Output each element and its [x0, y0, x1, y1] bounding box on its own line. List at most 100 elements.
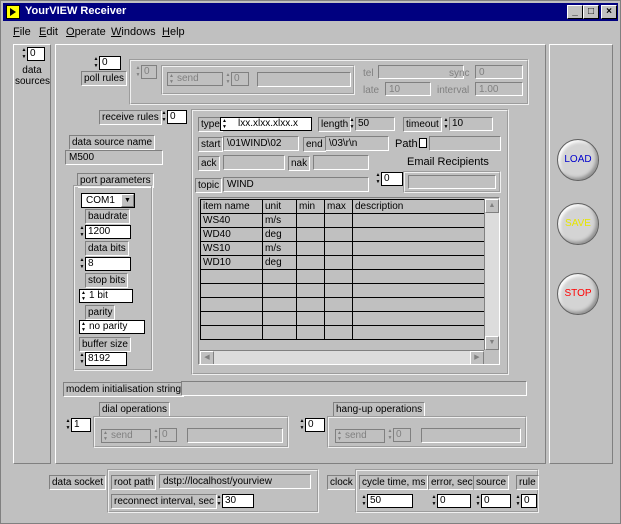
- table-cell[interactable]: [296, 241, 325, 256]
- table-cell[interactable]: [352, 255, 485, 270]
- table-cell[interactable]: [324, 269, 353, 284]
- scroll-down-icon[interactable]: ▼: [485, 336, 499, 350]
- column-header[interactable]: min: [296, 199, 325, 214]
- table-cell[interactable]: deg: [262, 255, 297, 270]
- data-sources-index[interactable]: ▲ ▼ 0: [21, 47, 45, 61]
- length-control[interactable]: ▲ ▼ 50: [349, 117, 395, 131]
- menu-operate[interactable]: Operate: [66, 26, 106, 38]
- end-field[interactable]: \03\r\n: [325, 136, 389, 151]
- table-row[interactable]: WD40 deg: [200, 227, 485, 242]
- scroll-up-icon[interactable]: ▲: [485, 199, 499, 213]
- table-cell[interactable]: [296, 213, 325, 228]
- load-button[interactable]: LOAD: [557, 139, 599, 181]
- poll-mode-index[interactable]: ▲ ▼ 0: [225, 72, 249, 86]
- topic-field[interactable]: WIND: [223, 177, 369, 192]
- nak-field[interactable]: [313, 155, 369, 170]
- sync-field[interactable]: 0: [475, 65, 523, 79]
- data-bits-control[interactable]: ▲ ▼ 8: [79, 257, 131, 271]
- save-button[interactable]: SAVE: [557, 203, 599, 245]
- com-port-select[interactable]: COM1 ▼: [81, 193, 135, 208]
- dial-operations-index[interactable]: ▲ ▼ 1: [65, 418, 91, 432]
- table-cell[interactable]: [324, 213, 353, 228]
- table-cell[interactable]: [296, 255, 325, 270]
- table-vertical-scrollbar[interactable]: ▲ ▼: [484, 199, 499, 350]
- table-cell[interactable]: m/s: [262, 241, 297, 256]
- table-row[interactable]: [200, 269, 485, 284]
- poll-command-field[interactable]: [257, 72, 351, 87]
- table-cell[interactable]: m/s: [262, 213, 297, 228]
- items-table[interactable]: item name unit min max description WS40 m/s WD4…: [198, 197, 500, 365]
- menu-file[interactable]: File: [13, 26, 31, 38]
- dial-command-field[interactable]: [187, 428, 283, 443]
- hangup-command-field[interactable]: [421, 428, 521, 443]
- table-cell[interactable]: [200, 311, 263, 326]
- minimize-button[interactable]: _: [567, 5, 583, 19]
- table-cell[interactable]: [352, 325, 485, 340]
- table-cell[interactable]: [200, 269, 263, 284]
- table-cell[interactable]: WS10: [200, 241, 263, 256]
- table-row[interactable]: WS40 m/s: [200, 213, 485, 228]
- chevron-down-icon[interactable]: ▼: [121, 194, 134, 207]
- table-cell[interactable]: [200, 297, 263, 312]
- table-cell[interactable]: [324, 255, 353, 270]
- table-cell[interactable]: [352, 241, 485, 256]
- ack-field[interactable]: [223, 155, 285, 170]
- close-button[interactable]: ×: [601, 5, 617, 19]
- table-cell[interactable]: [324, 297, 353, 312]
- data-source-name-field[interactable]: M500: [65, 150, 163, 165]
- poll-mode-ring[interactable]: ▲ ▼ send: [167, 72, 223, 86]
- table-cell[interactable]: [352, 227, 485, 242]
- email-recipient-field[interactable]: [408, 175, 496, 189]
- buffer-size-control[interactable]: ▲ ▼ 8192: [79, 352, 127, 366]
- table-row[interactable]: WD10 deg: [200, 255, 485, 270]
- table-horizontal-scrollbar[interactable]: ◀ ▶: [200, 350, 484, 364]
- table-cell[interactable]: [324, 241, 353, 256]
- table-row[interactable]: [200, 283, 485, 298]
- table-cell[interactable]: [324, 283, 353, 298]
- table-row[interactable]: [200, 311, 485, 326]
- table-cell[interactable]: [262, 297, 297, 312]
- cycle-time-control[interactable]: ▲ ▼ 50: [361, 494, 413, 508]
- modem-init-field[interactable]: [181, 381, 527, 396]
- table-cell[interactable]: [262, 269, 297, 284]
- path-browse-icon[interactable]: [419, 138, 427, 148]
- dial-mode-index[interactable]: ▲ ▼ 0: [153, 428, 177, 442]
- table-cell[interactable]: [352, 213, 485, 228]
- table-cell[interactable]: [296, 283, 325, 298]
- table-cell[interactable]: WD10: [200, 255, 263, 270]
- scroll-left-icon[interactable]: ◀: [200, 351, 214, 364]
- scroll-right-icon[interactable]: ▶: [470, 351, 484, 364]
- column-header[interactable]: unit: [262, 199, 297, 214]
- table-cell[interactable]: [324, 325, 353, 340]
- hangup-mode-index[interactable]: ▲ ▼ 0: [387, 428, 411, 442]
- maximize-button[interactable]: □: [583, 5, 599, 19]
- table-cell[interactable]: [296, 227, 325, 242]
- table-cell[interactable]: [200, 283, 263, 298]
- table-row[interactable]: WS10 m/s: [200, 241, 485, 256]
- interval-field[interactable]: 1.00: [475, 82, 523, 96]
- table-cell[interactable]: [296, 325, 325, 340]
- menu-edit[interactable]: Edit: [39, 26, 58, 38]
- table-cell[interactable]: [352, 297, 485, 312]
- path-field[interactable]: [429, 136, 501, 151]
- column-header[interactable]: max: [324, 199, 353, 214]
- reconnect-interval-control[interactable]: ▲ ▼ 30: [216, 494, 254, 508]
- table-cell[interactable]: [262, 311, 297, 326]
- table-cell[interactable]: WD40: [200, 227, 263, 242]
- table-cell[interactable]: [324, 227, 353, 242]
- column-header[interactable]: description: [352, 199, 485, 214]
- baudrate-control[interactable]: ▲ ▼ 1200: [79, 225, 131, 239]
- table-cell[interactable]: [296, 297, 325, 312]
- hangup-mode-ring[interactable]: ▲ ▼ send: [335, 429, 385, 443]
- table-cell[interactable]: [262, 325, 297, 340]
- column-header[interactable]: item name: [200, 199, 263, 214]
- table-cell[interactable]: [352, 283, 485, 298]
- table-row[interactable]: [200, 297, 485, 312]
- menu-help[interactable]: Help: [162, 26, 185, 38]
- table-cell[interactable]: deg: [262, 227, 297, 242]
- table-cell[interactable]: [296, 311, 325, 326]
- dial-mode-ring[interactable]: ▲ ▼ send: [101, 429, 151, 443]
- root-path-field[interactable]: dstp://localhost/yourview: [159, 474, 311, 489]
- menu-windows[interactable]: Windows: [111, 26, 156, 38]
- parity-ring[interactable]: ▲ ▼ no parity: [79, 320, 145, 334]
